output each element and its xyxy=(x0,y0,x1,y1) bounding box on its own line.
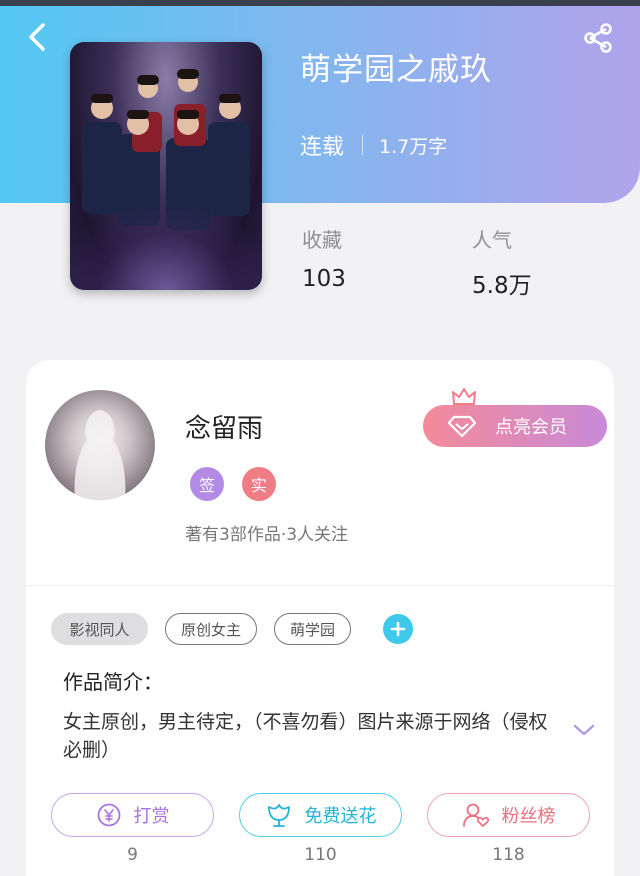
book-cover-image[interactable] xyxy=(70,42,262,290)
share-button[interactable] xyxy=(580,20,616,56)
author-avatar[interactable] xyxy=(45,390,155,500)
author-meta: 著有3部作品·3人关注 xyxy=(185,525,349,545)
tag-category[interactable]: 影视同人 xyxy=(51,613,148,645)
plus-icon xyxy=(390,621,406,637)
avatar-figure xyxy=(74,410,126,500)
add-tag-button[interactable] xyxy=(383,614,413,644)
fans-ranking-label: 粉丝榜 xyxy=(501,806,556,827)
tag-original-heroine[interactable]: 原创女主 xyxy=(165,613,257,645)
reward-count: 9 xyxy=(127,845,138,865)
cover-glow xyxy=(70,210,262,290)
intro-title: 作品简介： xyxy=(63,670,163,694)
vip-button-label: 点亮会员 xyxy=(495,417,567,438)
author-name[interactable]: 念留雨 xyxy=(185,408,263,445)
send-flower-button[interactable]: 免费送花 xyxy=(239,793,402,837)
reward-button[interactable]: 打赏 xyxy=(51,793,214,837)
share-icon xyxy=(584,23,612,53)
verified-badge: 实 xyxy=(242,467,276,501)
fans-ranking-button[interactable]: 粉丝榜 xyxy=(427,793,590,837)
tag-series[interactable]: 萌学园 xyxy=(274,613,351,645)
book-status-row: 连载 1.7万字 xyxy=(300,130,447,160)
stat-label: 人气 xyxy=(472,228,512,252)
status-divider xyxy=(362,135,364,155)
card-divider xyxy=(26,585,614,586)
reward-label: 打赏 xyxy=(133,806,170,827)
chevron-left-icon xyxy=(29,23,45,51)
back-button[interactable] xyxy=(20,20,54,54)
flower-icon xyxy=(267,804,290,827)
chevron-down-icon[interactable] xyxy=(572,722,596,738)
stat-popularity: 人气 5.8万 xyxy=(472,224,532,300)
serial-status: 连载 xyxy=(300,135,345,160)
diamond-icon xyxy=(447,415,477,438)
yen-coin-icon xyxy=(97,803,120,827)
send-flower-label: 免费送花 xyxy=(304,806,377,827)
fans-count: 118 xyxy=(492,845,525,865)
stat-collect: 收藏 103 xyxy=(302,224,346,292)
vip-button[interactable]: 点亮会员 xyxy=(423,405,607,447)
signed-badge: 签 xyxy=(190,467,224,501)
user-heart-icon xyxy=(462,803,489,827)
stat-value: 103 xyxy=(302,266,346,292)
word-count: 1.7万字 xyxy=(379,135,448,158)
intro-text: 女主原创，男主待定，（不喜勿看）图片来源于网络（侵权必删） xyxy=(63,711,548,761)
book-title: 萌学园之戚玖 xyxy=(300,52,492,88)
flower-count: 110 xyxy=(304,845,337,865)
stat-value: 5.8万 xyxy=(472,273,532,299)
stat-label: 收藏 xyxy=(302,228,342,252)
